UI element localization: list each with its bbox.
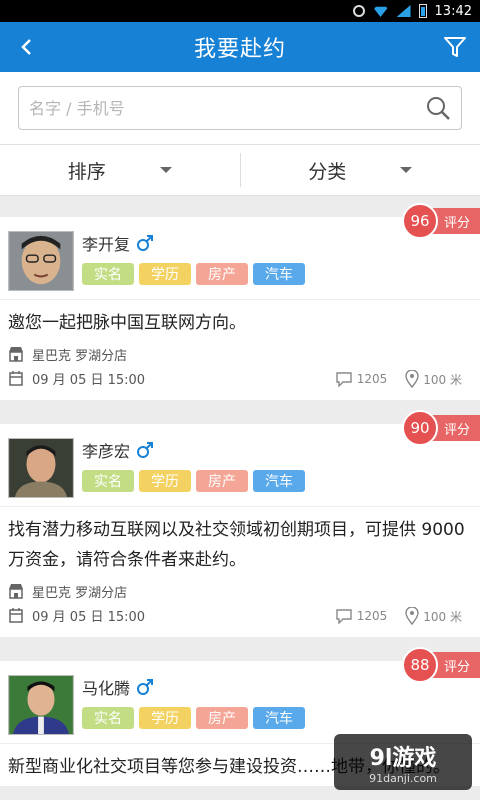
comment-icon	[336, 609, 352, 624]
wifi-icon	[373, 5, 389, 17]
search-icon[interactable]	[425, 95, 451, 121]
user-name: 李开复	[82, 235, 131, 254]
avatar[interactable]	[8, 438, 74, 498]
time-text: 09 月 05 日 15:00	[32, 609, 146, 625]
battery-icon	[418, 4, 427, 18]
car-badge: 汽车	[253, 263, 305, 285]
score-label: 评分	[432, 652, 480, 678]
location-text: 星巴克 罗湖分店	[32, 348, 128, 364]
distance: 100 米	[405, 607, 462, 625]
alarm-icon	[352, 5, 365, 17]
portrait-image	[9, 439, 73, 497]
signal-icon	[396, 5, 411, 17]
avatar[interactable]	[8, 675, 74, 735]
male-icon	[137, 679, 154, 695]
invite-list: 96 评分 李开复 实名 学历 房产 汽车 邀您一起把脉中国互联网方向。 星巴克…	[0, 203, 480, 800]
education-badge: 学历	[139, 263, 191, 285]
score-badge: 96 评分	[402, 203, 480, 239]
score-value: 96	[402, 203, 438, 239]
portrait-image	[9, 232, 73, 290]
score-value: 88	[402, 647, 438, 683]
calendar-icon	[9, 371, 23, 386]
verified-badge: 实名	[82, 263, 134, 285]
car-badge: 汽车	[253, 470, 305, 492]
user-name: 李彦宏	[82, 442, 131, 461]
comment-icon	[336, 372, 352, 387]
distance: 100 米	[405, 370, 462, 388]
shop-icon	[9, 584, 23, 599]
score-value: 90	[402, 410, 438, 446]
car-badge: 汽车	[253, 707, 305, 729]
invite-description: 找有潜力移动互联网以及社交领域初创期项目，可提供 9000 万资金，请符合条件者…	[8, 520, 465, 570]
watermark-site: 91danji.com	[369, 771, 437, 785]
app-header: 我要赴约	[0, 22, 480, 72]
education-badge: 学历	[139, 470, 191, 492]
property-badge: 房产	[196, 263, 248, 285]
verified-badge: 实名	[82, 470, 134, 492]
shop-icon	[9, 347, 23, 362]
search-input[interactable]	[29, 98, 425, 118]
search-box	[18, 86, 462, 130]
verified-badge: 实名	[82, 707, 134, 729]
portrait-image	[9, 676, 73, 734]
watermark-logo: 9l游戏 91danji.com	[334, 734, 472, 790]
score-label: 评分	[432, 208, 480, 234]
search-area	[0, 72, 480, 144]
comment-count-text: 1205	[356, 372, 388, 386]
property-badge: 房产	[196, 470, 248, 492]
filter-icon	[444, 37, 466, 57]
male-icon	[137, 235, 154, 251]
category-label: 分类	[308, 160, 347, 183]
caret-down-icon	[400, 167, 413, 173]
calendar-icon	[9, 608, 23, 623]
comment-count[interactable]: 1205	[335, 608, 388, 624]
back-button[interactable]	[10, 30, 44, 64]
invite-description: 邀您一起把脉中国互联网方向。	[8, 313, 246, 333]
score-label: 评分	[432, 415, 480, 441]
category-dropdown[interactable]: 分类	[241, 145, 480, 195]
back-arrow-icon	[21, 39, 31, 55]
page-title: 我要赴约	[193, 37, 286, 62]
distance-text: 100 米	[423, 609, 462, 624]
score-badge: 90 评分	[402, 410, 480, 446]
sort-bar: 排序 分类	[0, 144, 480, 196]
user-name: 马化腾	[82, 679, 131, 698]
caret-down-icon	[159, 167, 172, 173]
education-badge: 学历	[139, 707, 191, 729]
property-badge: 房产	[196, 707, 248, 729]
distance-text: 100 米	[423, 372, 462, 387]
location-text: 星巴克 罗湖分店	[32, 585, 128, 601]
male-icon	[137, 442, 154, 458]
location-pin-icon	[405, 370, 419, 388]
sort-label: 排序	[67, 160, 106, 183]
status-time: 13:42	[434, 3, 472, 19]
invite-card[interactable]: 96 评分 李开复 实名 学历 房产 汽车 邀您一起把脉中国互联网方向。 星巴克…	[0, 203, 480, 400]
filter-button[interactable]	[438, 30, 472, 64]
avatar[interactable]	[8, 231, 74, 291]
status-bar: 13:42	[0, 0, 480, 22]
location-pin-icon	[405, 607, 419, 625]
sort-dropdown[interactable]: 排序	[0, 145, 240, 195]
comment-count-text: 1205	[356, 609, 388, 623]
comment-count[interactable]: 1205	[335, 371, 388, 387]
watermark-title: 9l游戏	[369, 745, 437, 771]
invite-card[interactable]: 90 评分 李彦宏 实名 学历 房产 汽车 找有潜力移动互联网以及社交领域初创期…	[0, 410, 480, 637]
time-text: 09 月 05 日 15:00	[32, 372, 146, 388]
score-badge: 88 评分	[402, 647, 480, 683]
